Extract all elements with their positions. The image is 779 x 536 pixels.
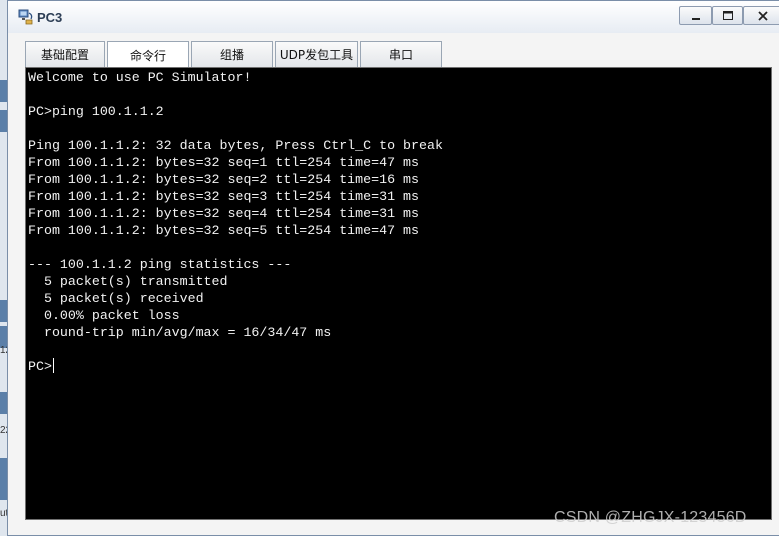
- window-title: PC3: [37, 10, 63, 25]
- maximize-icon: [722, 11, 733, 20]
- terminal-line: From 100.1.1.2: bytes=32 seq=1 ttl=254 t…: [28, 155, 419, 170]
- terminal-line: --- 100.1.1.2 ping statistics ---: [28, 257, 292, 272]
- minimize-icon: [691, 17, 700, 20]
- terminal-prompt: PC>: [28, 359, 52, 374]
- minimize-button[interactable]: [679, 6, 712, 25]
- terminal-line: PC>ping 100.1.1.2: [28, 104, 164, 119]
- terminal-prompt-line[interactable]: PC>: [28, 358, 771, 375]
- terminal-line: From 100.1.1.2: bytes=32 seq=2 ttl=254 t…: [28, 172, 419, 187]
- terminal-line: From 100.1.1.2: bytes=32 seq=3 ttl=254 t…: [28, 189, 419, 204]
- pc3-window: PC3 基础配置 命令行 组播 UDP发包工具 串口 Welcome to us…: [7, 0, 779, 536]
- tab-udp-tool[interactable]: UDP发包工具: [275, 41, 358, 67]
- terminal-line: round-trip min/avg/max = 16/34/47 ms: [28, 325, 332, 340]
- terminal-line: 5 packet(s) transmitted: [28, 274, 228, 289]
- terminal-line: 5 packet(s) received: [28, 291, 204, 306]
- terminal-line: Ping 100.1.1.2: 32 data bytes, Press Ctr…: [28, 138, 443, 153]
- terminal-line: Welcome to use PC Simulator!: [28, 70, 252, 85]
- maximize-button[interactable]: [712, 6, 743, 25]
- watermark: CSDN @ZHGJX-123456D: [554, 509, 747, 526]
- command-line-terminal[interactable]: Welcome to use PC Simulator! PC>ping 100…: [25, 67, 772, 520]
- close-button[interactable]: [743, 6, 779, 25]
- terminal-line: From 100.1.1.2: bytes=32 seq=4 ttl=254 t…: [28, 206, 419, 221]
- tab-serial-port[interactable]: 串口: [360, 41, 442, 67]
- terminal-line: From 100.1.1.2: bytes=32 seq=5 ttl=254 t…: [28, 223, 419, 238]
- tab-multicast[interactable]: 组播: [191, 41, 273, 67]
- tab-basic-config[interactable]: 基础配置: [25, 41, 105, 67]
- text-cursor: [52, 358, 54, 373]
- title-bar[interactable]: PC3: [8, 1, 779, 33]
- tab-command-line[interactable]: 命令行: [107, 41, 189, 68]
- close-icon: [757, 10, 768, 21]
- pc-app-icon: [18, 9, 33, 25]
- terminal-line: 0.00% packet loss: [28, 308, 180, 323]
